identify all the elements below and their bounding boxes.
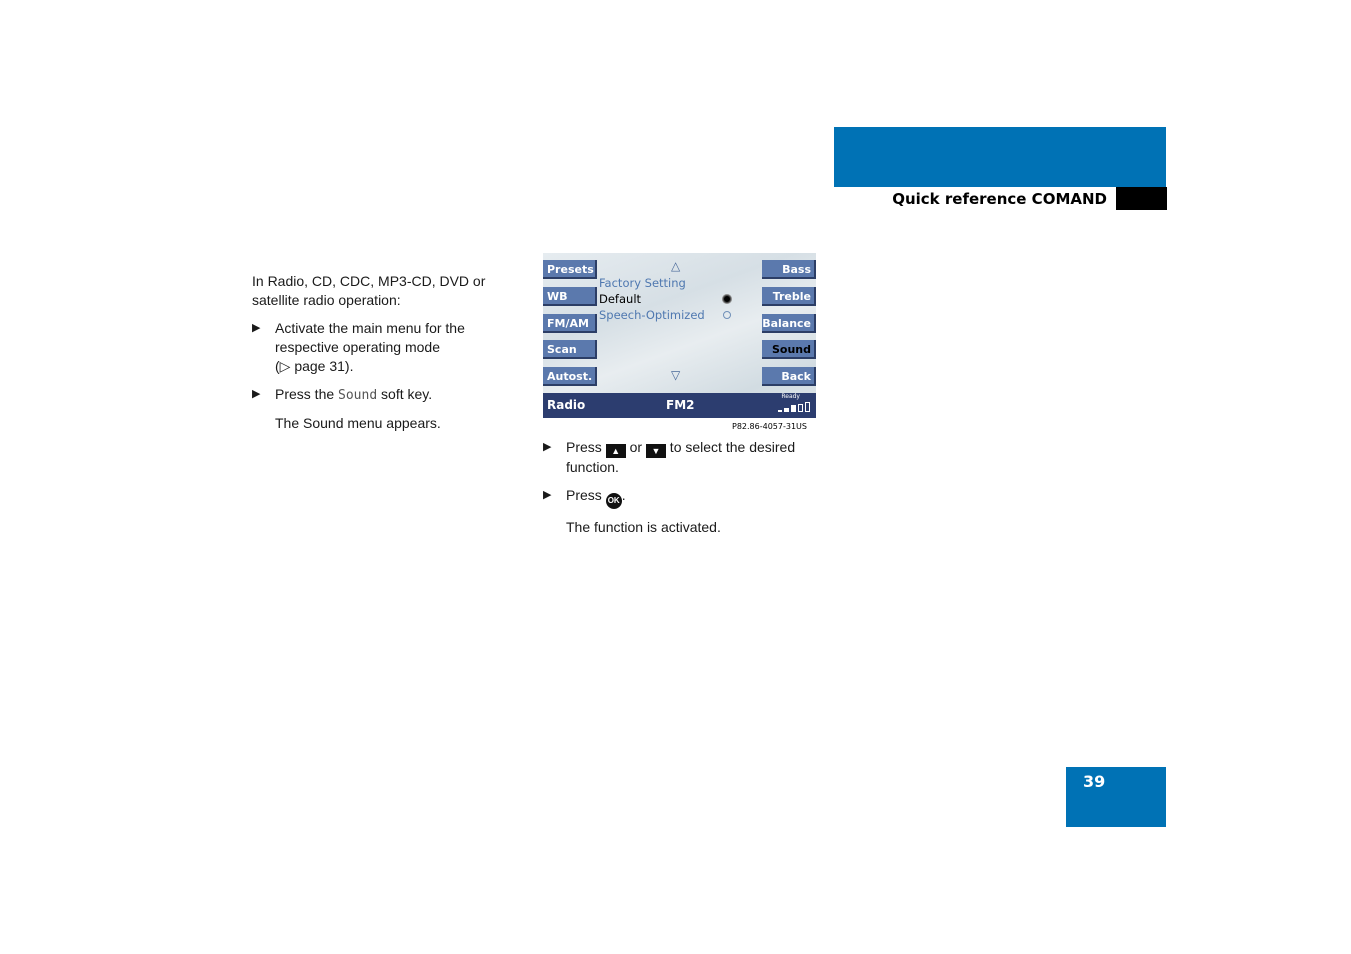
menu-item-factory-setting[interactable]: Factory Setting: [599, 276, 686, 290]
header-banner: [834, 127, 1166, 187]
softkey-sound[interactable]: Sound: [762, 340, 816, 359]
ok-button-icon: OK: [605, 493, 622, 509]
menu-item-default[interactable]: Default: [599, 292, 641, 306]
bullet-icon: ▶: [252, 388, 261, 400]
step-text: Press: [566, 439, 606, 455]
step-text: Press: [566, 487, 606, 503]
step-press-sound: ▶ Press the Sound soft key.: [252, 385, 502, 405]
softkey-balance[interactable]: Balance: [762, 314, 816, 333]
result-text: The function is activated.: [566, 519, 721, 535]
softkey-fm-am[interactable]: FM/AM: [543, 314, 597, 333]
softkey-reference: Sound: [338, 388, 378, 403]
softkey-wb[interactable]: WB: [543, 287, 597, 306]
step-activate-menu: ▶ Activate the main menu for the respect…: [252, 319, 502, 376]
up-key-icon: ▲: [605, 444, 626, 458]
intro-text: In Radio, CD, CDC, MP3-CD, DVD or satell…: [252, 273, 486, 308]
status-mode: Radio: [547, 398, 586, 412]
step-text: .: [621, 487, 626, 503]
softkey-bass[interactable]: Bass: [762, 260, 816, 279]
subsection-title: Quick reference COMAND: [892, 190, 1107, 208]
left-column: In Radio, CD, CDC, MP3-CD, DVD or satell…: [252, 272, 502, 433]
signal-strength-icon: [778, 402, 812, 412]
softkey-back[interactable]: Back: [762, 367, 816, 386]
step-press-ok: ▶ Press OK.: [543, 486, 823, 509]
bullet-icon: ▶: [543, 489, 552, 501]
down-key-icon: ▼: [645, 444, 666, 458]
radio-unselected-icon[interactable]: [723, 311, 731, 319]
figure-caption: P82.86-4057-31US: [732, 422, 807, 431]
scroll-up-icon[interactable]: △: [671, 259, 680, 273]
softkey-presets[interactable]: Presets: [543, 260, 597, 279]
bullet-icon: ▶: [252, 322, 261, 334]
section-title: At a glance: [1189, 160, 1291, 179]
comand-sound-menu-screen: Presets WB FM/AM Scan Autost. Bass Trebl…: [543, 253, 816, 418]
softkey-autost[interactable]: Autost.: [543, 367, 597, 386]
page-number-box: 39: [1066, 767, 1166, 827]
softkey-treble[interactable]: Treble: [762, 287, 816, 306]
radio-selected-icon[interactable]: [723, 295, 731, 303]
softkey-scan[interactable]: Scan: [543, 340, 597, 359]
bullet-icon: ▶: [543, 441, 552, 453]
page-number: 39: [1083, 772, 1106, 791]
step-text: soft key.: [377, 386, 433, 402]
status-bar: Radio FM2 Ready: [543, 393, 816, 418]
status-ready: Ready: [781, 393, 800, 400]
result-text: The Sound menu appears.: [275, 415, 441, 431]
scroll-down-icon[interactable]: ▽: [671, 368, 680, 382]
step-text: Press the: [275, 386, 339, 402]
step-text: or: [625, 439, 646, 455]
status-band: FM2: [666, 398, 695, 412]
step-select-function: ▶ Press ▲ or ▼ to select the desired fun…: [543, 438, 823, 477]
menu-item-speech-optimized[interactable]: Speech-Optimized: [599, 308, 705, 322]
step-text: Activate the main menu for the respectiv…: [275, 320, 465, 355]
right-column: ▶ Press ▲ or ▼ to select the desired fun…: [543, 438, 823, 537]
page-reference-link[interactable]: (▷ page 31).: [275, 358, 353, 374]
subsection-marker: [1116, 187, 1167, 210]
